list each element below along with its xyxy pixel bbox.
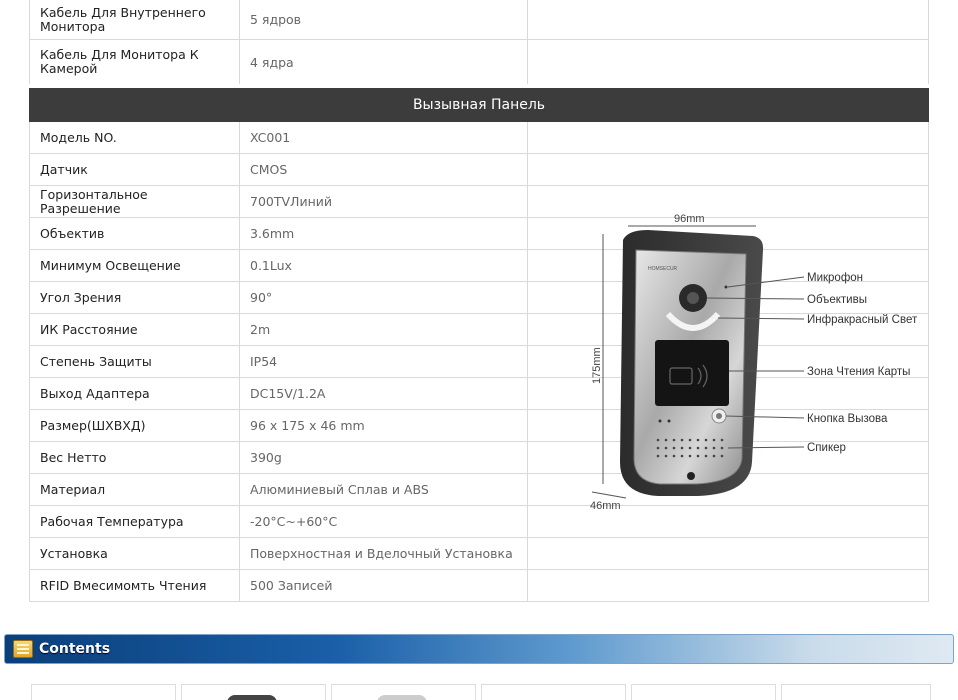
- thumbnail[interactable]: [631, 684, 776, 700]
- callout-speaker: Спикер: [807, 442, 846, 454]
- spec-value: 4 ядра: [240, 40, 528, 84]
- spec-key: RFID Вмесимомть Чтения: [30, 570, 240, 601]
- thumbnail[interactable]: [331, 684, 476, 700]
- spec-key: Минимум Освещение: [30, 250, 240, 281]
- thumbnail[interactable]: [181, 684, 326, 700]
- spec-key: Размер(ШХВХД): [30, 410, 240, 441]
- height-dimension: 175mm: [591, 347, 603, 384]
- door-panel-illustration: 96mm 175mm 46mm HOMSECUR Микрофон Объект…: [590, 213, 918, 512]
- width-dimension: 96mm: [674, 213, 705, 225]
- spec-key: Степень Защиты: [30, 346, 240, 377]
- spec-value: 0.1Lux: [240, 250, 528, 281]
- table-row: Кабель Для Монитора К Камерой 4 ядра: [30, 40, 928, 84]
- spec-value: 390g: [240, 442, 528, 473]
- spec-value: IP54: [240, 346, 528, 377]
- spec-key: Объектив: [30, 218, 240, 249]
- spec-key: Угол Зрения: [30, 282, 240, 313]
- spec-value: 5 ядров: [240, 0, 528, 39]
- spec-key: Кабель Для Внутреннего Монитора: [30, 0, 240, 39]
- contents-thumbnails: [31, 684, 931, 700]
- spec-value: DC15V/1.2A: [240, 378, 528, 409]
- product-image: [377, 695, 427, 700]
- spec-key: ИК Расстояние: [30, 314, 240, 345]
- spec-key: Выход Адаптера: [30, 378, 240, 409]
- spec-value: 2m: [240, 314, 528, 345]
- spec-key: Кабель Для Монитора К Камерой: [30, 40, 240, 84]
- spec-value: 500 Записей: [240, 570, 528, 601]
- section-title: Вызывная Панель: [29, 88, 929, 122]
- spec-key: Рабочая Температура: [30, 506, 240, 537]
- callout-call-button: Кнопка Вызова: [807, 413, 888, 425]
- callout-microphone: Микрофон: [807, 272, 863, 284]
- table-row: Кабель Для Внутреннего Монитора 5 ядров: [30, 0, 928, 40]
- spec-value: 96 x 175 x 46 mm: [240, 410, 528, 441]
- spec-key: Материал: [30, 474, 240, 505]
- depth-dimension: 46mm: [590, 500, 621, 512]
- brand-logo: HOMSECUR: [648, 266, 678, 272]
- spec-key: Горизонтальное Разрешение: [30, 186, 240, 217]
- folder-icon: [13, 640, 33, 658]
- spec-value: Алюминиевый Сплав и ABS: [240, 474, 528, 505]
- spec-value: 90°: [240, 282, 528, 313]
- thumbnail[interactable]: [31, 684, 176, 700]
- spec-value: 3.6mm: [240, 218, 528, 249]
- spec-key: Датчик: [30, 154, 240, 185]
- microphone-icon: [724, 285, 728, 289]
- callout-card-zone: Зона Чтения Карты: [807, 366, 910, 378]
- spec-value: Поверхностная и Вделочный Установка: [240, 538, 528, 569]
- spec-key: Вес Нетто: [30, 442, 240, 473]
- spec-key: Модель NO.: [30, 122, 240, 153]
- spec-table-top: Кабель Для Внутреннего Монитора 5 ядров …: [29, 0, 929, 84]
- spec-value: XC001: [240, 122, 528, 153]
- thumbnail[interactable]: [781, 684, 931, 700]
- contents-title: Contents: [39, 641, 111, 657]
- contents-bar: Contents: [4, 634, 954, 664]
- callout-lens: Объективы: [807, 294, 867, 306]
- spec-key: Установка: [30, 538, 240, 569]
- spec-value: CMOS: [240, 154, 528, 185]
- thumbnail[interactable]: [481, 684, 626, 700]
- spec-value: -20°C~+60°C: [240, 506, 528, 537]
- product-image: [227, 695, 277, 700]
- product-diagram: 96mm 175mm 46mm HOMSECUR Микрофон Объект…: [528, 122, 928, 602]
- spec-value: 700TVЛиний: [240, 186, 528, 217]
- callout-infrared: Инфракрасный Свет: [807, 314, 918, 326]
